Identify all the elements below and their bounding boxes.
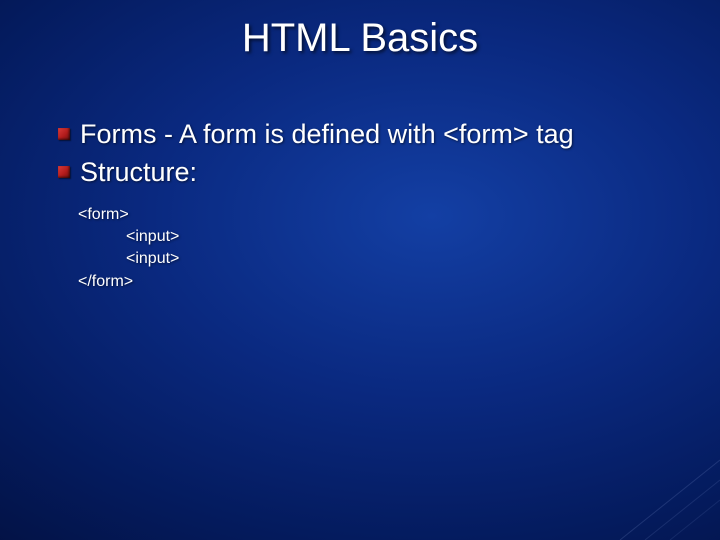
- code-block: <form> <input> <input> </form>: [78, 204, 680, 294]
- slide-content: Forms - A form is defined with <form> ta…: [58, 118, 680, 293]
- code-line: <input>: [78, 226, 680, 248]
- code-line: <form>: [78, 204, 680, 226]
- decorative-lines-icon: [560, 420, 720, 540]
- slide-title: HTML Basics: [0, 16, 720, 61]
- square-bullet-icon: [58, 128, 70, 140]
- square-bullet-icon: [58, 166, 70, 178]
- code-line: </form>: [78, 271, 680, 293]
- bullet-text: Forms - A form is defined with <form> ta…: [80, 118, 574, 152]
- slide: HTML Basics Forms - A form is defined wi…: [0, 0, 720, 540]
- bullet-item: Forms - A form is defined with <form> ta…: [58, 118, 680, 152]
- bullet-item: Structure:: [58, 156, 680, 190]
- bullet-text: Structure:: [80, 156, 197, 190]
- code-line: <input>: [78, 248, 680, 270]
